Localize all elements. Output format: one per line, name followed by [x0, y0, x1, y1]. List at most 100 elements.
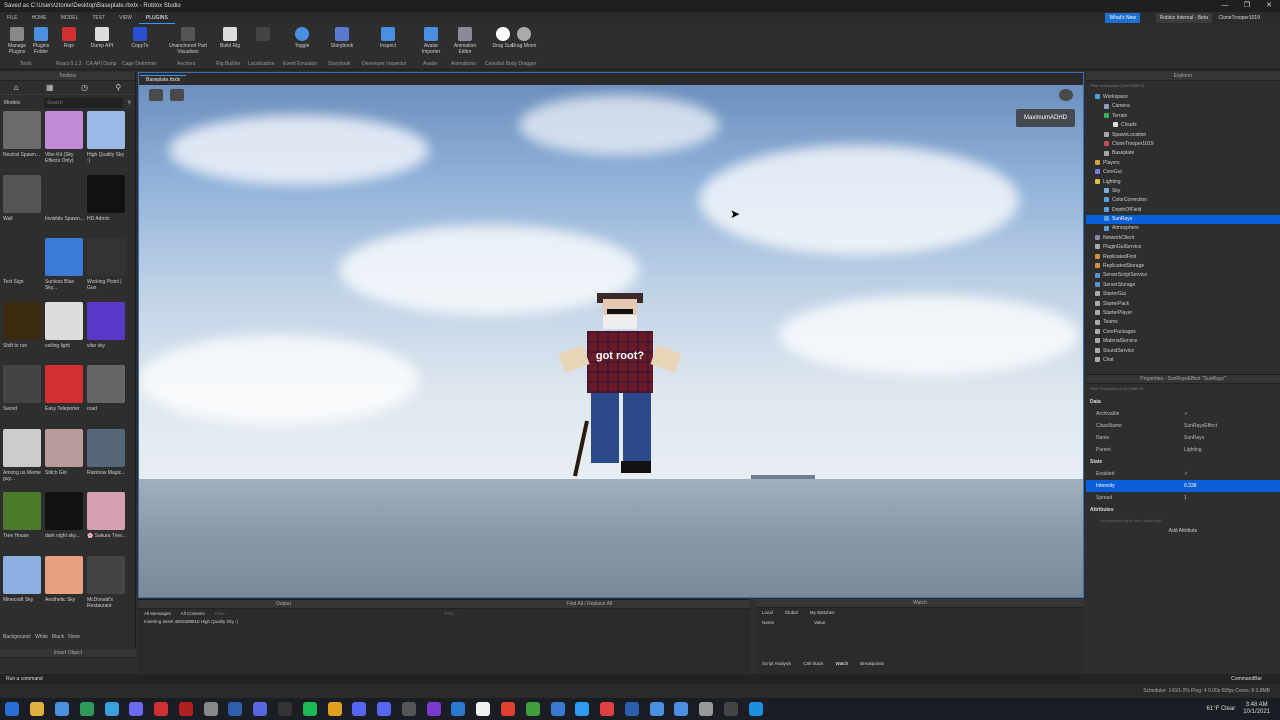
explorer-item[interactable]: ReplicatedStorage: [1086, 262, 1280, 271]
maximize-button[interactable]: ❐: [1236, 0, 1258, 12]
background-none[interactable]: None: [68, 634, 80, 640]
explorer-item[interactable]: DepthOfField: [1086, 206, 1280, 215]
toolbox-item[interactable]: Rainbow Magic...: [87, 428, 127, 493]
property-value[interactable]: 1: [1184, 492, 1280, 504]
taskbar-app-icon[interactable]: [129, 702, 144, 716]
output-filter-input[interactable]: Filter...: [215, 609, 315, 619]
drag-moon-button[interactable]: Drag Moon: [509, 27, 539, 49]
property-category[interactable]: Attributes: [1086, 504, 1280, 516]
explorer-item[interactable]: CorePackages: [1086, 328, 1280, 337]
explorer-item[interactable]: StarterPlayer: [1086, 309, 1280, 318]
toolbox-item[interactable]: McDonald's Restaurant: [87, 555, 127, 620]
explorer-item[interactable]: ServerStorage: [1086, 281, 1280, 290]
taskbar-app-icon[interactable]: [575, 702, 590, 716]
explorer-item[interactable]: Camera: [1086, 102, 1280, 111]
tab-global[interactable]: Global: [785, 608, 798, 618]
explorer-item[interactable]: ReplicatedFirst: [1086, 253, 1280, 262]
toolbox-item[interactable]: High Quality Sky :): [87, 111, 127, 175]
taskbar-app-icon[interactable]: [154, 702, 169, 716]
add-attribute-button[interactable]: Add Attribute: [1086, 526, 1280, 536]
property-row[interactable]: Enabled ✓: [1086, 468, 1280, 480]
explorer-item[interactable]: Players: [1086, 159, 1280, 168]
toolbox-item[interactable]: ceiling light: [45, 301, 85, 366]
toolbox-item[interactable]: road: [87, 365, 127, 429]
taskbar-app-icon[interactable]: [352, 702, 367, 716]
context-filter-dropdown[interactable]: All Contexts: [181, 609, 205, 619]
toolbox-item[interactable]: Shift to run: [3, 301, 43, 366]
taskbar-app-icon[interactable]: [748, 702, 763, 716]
insert-object-title[interactable]: Insert Object: [0, 649, 136, 658]
menu-test[interactable]: TEST: [85, 12, 112, 24]
taskbar-app-icon[interactable]: [451, 702, 466, 716]
tab-call-stack[interactable]: Call Stack: [803, 661, 823, 666]
taskbar-app-icon[interactable]: [501, 702, 516, 716]
taskbar-app-icon[interactable]: [327, 702, 342, 716]
avatar-importer-button[interactable]: Avatar Importer: [416, 27, 446, 55]
pin-icon[interactable]: ⚲: [115, 83, 121, 92]
explorer-item[interactable]: Sky: [1086, 187, 1280, 196]
property-category[interactable]: Data: [1086, 396, 1280, 408]
taskbar-app-icon[interactable]: [203, 702, 218, 716]
tab-watch[interactable]: Watch: [836, 661, 849, 666]
property-row[interactable]: Spread 1: [1086, 492, 1280, 504]
property-row[interactable]: ClassName SunRaysEffect: [1086, 420, 1280, 432]
menu-file[interactable]: FILE: [0, 12, 25, 24]
taskbar-app-icon[interactable]: [699, 702, 714, 716]
whats-new-button[interactable]: What's New: [1105, 13, 1140, 23]
tab-local[interactable]: Local: [762, 608, 773, 618]
explorer-item[interactable]: Workspace: [1086, 93, 1280, 102]
unanchored-visualizer-button[interactable]: Unanchored Part Visualizer: [166, 27, 210, 55]
explorer-item[interactable]: Atmosphere: [1086, 224, 1280, 233]
localization-button[interactable]: [248, 27, 278, 43]
message-filter-dropdown[interactable]: All Messages: [144, 609, 171, 619]
search-icon[interactable]: ⚲: [127, 98, 131, 108]
explorer-item[interactable]: MaterialService: [1086, 337, 1280, 346]
explorer-item[interactable]: ServerScriptService: [1086, 271, 1280, 280]
taskbar-app-icon[interactable]: [79, 702, 94, 716]
toolbox-item[interactable]: Sword: [3, 365, 43, 429]
tab-baseplate[interactable]: Baseplate.rbxlx: [140, 75, 187, 84]
inspect-button[interactable]: Inspect: [373, 27, 403, 49]
copyto-button[interactable]: CopyTo: [125, 27, 155, 49]
property-category[interactable]: State: [1086, 456, 1280, 468]
toolbox-item[interactable]: Wall: [3, 174, 43, 239]
property-value[interactable]: Lighting: [1184, 444, 1280, 456]
toolbox-item[interactable]: dark night sky...: [45, 492, 85, 556]
explorer-item[interactable]: SpawnLocation: [1086, 131, 1280, 140]
explorer-item[interactable]: StarterGui: [1086, 290, 1280, 299]
3d-viewport[interactable]: MaximumADHD got root? ➤: [139, 85, 1083, 597]
taskbar-app-icon[interactable]: [600, 702, 615, 716]
explorer-item[interactable]: Chat: [1086, 356, 1280, 365]
explorer-item[interactable]: PluginGuiService: [1086, 243, 1280, 252]
toolbox-item[interactable]: Text Sign: [3, 238, 43, 302]
property-value[interactable]: ✓: [1184, 408, 1280, 420]
grid-icon[interactable]: ▦: [46, 83, 54, 92]
taskbar-app-icon[interactable]: [724, 702, 739, 716]
explorer-item[interactable]: CoreGui: [1086, 168, 1280, 177]
menu-home[interactable]: HOME: [25, 12, 54, 24]
property-row[interactable]: Parent Lighting: [1086, 444, 1280, 456]
toolbox-item[interactable]: Aesthetic Sky: [45, 555, 85, 620]
command-input[interactable]: Run a command: [6, 676, 43, 682]
taskbar-app-icon[interactable]: [30, 702, 45, 716]
tab-breakpoints[interactable]: Breakpoints: [860, 661, 884, 666]
explorer-item[interactable]: SoundService: [1086, 347, 1280, 356]
taskbar-app-icon[interactable]: [253, 702, 268, 716]
toolbox-item[interactable]: Sunless Blue Sky...: [45, 238, 85, 302]
clock[interactable]: 3:48 AM 10/1/2021: [1243, 702, 1270, 716]
taskbar-app-icon[interactable]: [178, 702, 193, 716]
explorer-item[interactable]: ColorCorrection: [1086, 196, 1280, 205]
property-value[interactable]: ✓: [1184, 468, 1280, 480]
taskbar-app-icon[interactable]: [54, 702, 69, 716]
property-value[interactable]: SunRaysEffect: [1184, 420, 1280, 432]
toolbox-item[interactable]: Neutral Spawn...: [3, 111, 43, 175]
start-icon[interactable]: [5, 702, 20, 716]
taskbar-app-icon[interactable]: [401, 702, 416, 716]
menu-view[interactable]: VIEW: [112, 12, 139, 24]
explorer-item[interactable]: Lighting: [1086, 178, 1280, 187]
explorer-item[interactable]: Terrain: [1086, 112, 1280, 121]
toolbox-item[interactable]: HD Admin: [87, 174, 127, 239]
dump-api-button[interactable]: Dump API: [87, 27, 117, 49]
taskbar-app-icon[interactable]: [476, 702, 491, 716]
explorer-item[interactable]: Baseplate: [1086, 149, 1280, 158]
